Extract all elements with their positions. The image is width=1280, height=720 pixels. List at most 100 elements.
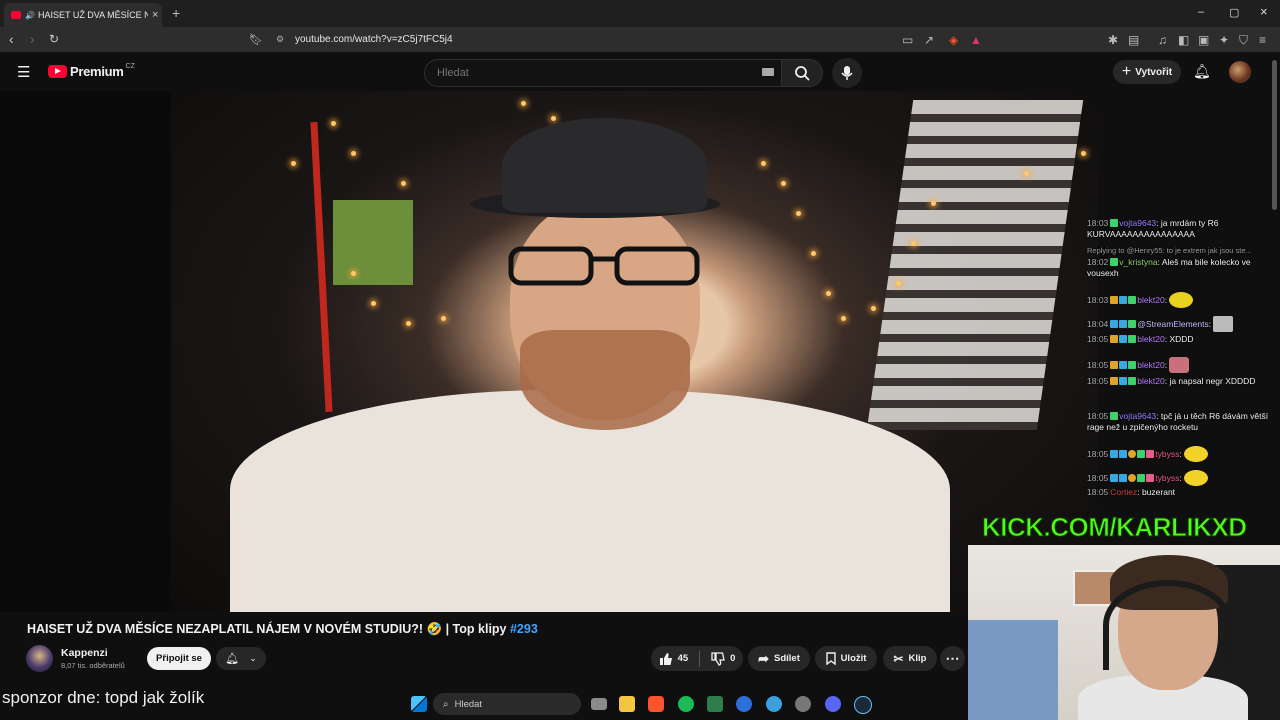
spotify-icon[interactable] bbox=[678, 696, 694, 712]
bot-badge-icon bbox=[1110, 320, 1119, 328]
brave-shield-icon[interactable]: ◈ bbox=[949, 33, 958, 47]
red-light-bar bbox=[310, 122, 333, 412]
vpn-icon[interactable]: ⛉ bbox=[1239, 33, 1248, 48]
join-button[interactable]: Připojit se bbox=[147, 647, 211, 670]
speaker-icon[interactable]: 🔊 bbox=[25, 11, 35, 20]
wallet-icon[interactable]: ▣ bbox=[1198, 33, 1209, 47]
brave-rewards-icon[interactable]: ▲ bbox=[970, 33, 982, 47]
app-icon[interactable] bbox=[707, 696, 723, 712]
headset bbox=[1103, 580, 1233, 670]
thumbs-down-icon bbox=[711, 651, 725, 666]
like-dislike-group: 45 0 bbox=[651, 646, 743, 671]
back-icon[interactable]: ‹ bbox=[9, 31, 14, 47]
new-tab-button[interactable]: + bbox=[172, 5, 180, 21]
crown-badge-icon bbox=[1110, 296, 1119, 304]
search-button[interactable] bbox=[781, 59, 823, 87]
share-page-icon[interactable]: ↗ bbox=[924, 33, 934, 47]
extensions-icon[interactable]: ✱ bbox=[1108, 33, 1118, 47]
youtube-favicon-icon bbox=[11, 11, 21, 19]
chat-reply: Replying to @Henry55: to je extrem jak j… bbox=[1087, 246, 1252, 255]
plus-icon: + bbox=[1121, 63, 1132, 80]
like-button[interactable]: 45 bbox=[659, 652, 688, 666]
sub-badge-icon bbox=[1119, 296, 1128, 304]
browser-tab[interactable]: 🔊 HAISET UŽ DVA MĚSÍCE NEZAPLATIL NÁJEM … bbox=[4, 3, 162, 27]
sidebar-icon[interactable]: ◧ bbox=[1178, 33, 1189, 47]
browser-nav-bar bbox=[0, 27, 1280, 52]
search-box[interactable] bbox=[424, 59, 782, 87]
voice-search-button[interactable] bbox=[832, 58, 862, 88]
youtube-premium-logo[interactable]: Premium CZ bbox=[48, 63, 135, 79]
chat-message: 18:05 vojta9643: tpč já u těch R6 dávám v… bbox=[1087, 411, 1269, 433]
chat-message: 18:05 blekt20: XDDD bbox=[1087, 334, 1194, 344]
site-settings-icon[interactable]: ⚙ bbox=[276, 34, 284, 45]
leo-ai-icon[interactable]: ✦ bbox=[1219, 33, 1229, 47]
browser-tab-bar bbox=[0, 0, 1280, 27]
webcam-overlay bbox=[968, 545, 1280, 720]
file-explorer-icon[interactable] bbox=[619, 696, 635, 712]
hamburger-menu-icon[interactable]: ☰ bbox=[17, 63, 30, 81]
keyboard-icon[interactable] bbox=[762, 68, 774, 76]
white-chair bbox=[866, 100, 1084, 430]
video-title: HAISET UŽ DVA MĚSÍCE NEZAPLATIL NÁJEM V … bbox=[27, 622, 538, 636]
task-view-icon[interactable] bbox=[591, 698, 607, 710]
more-actions-button[interactable]: ⋯ bbox=[940, 646, 965, 671]
brave-browser-icon[interactable] bbox=[648, 696, 664, 712]
thumbs-up-icon bbox=[659, 652, 672, 665]
badge-icon bbox=[1110, 258, 1119, 266]
youtube-play-icon bbox=[48, 65, 67, 78]
menu-icon[interactable]: ≡ bbox=[1259, 33, 1266, 47]
minimize-button[interactable]: – bbox=[1198, 6, 1204, 18]
subscriber-count: 8,07 tis. odběratelů bbox=[61, 661, 125, 670]
edge-icon[interactable] bbox=[736, 696, 752, 712]
emote-icon bbox=[1169, 357, 1190, 373]
app-icon-2[interactable] bbox=[766, 696, 782, 712]
reader-icon[interactable]: ▤ bbox=[1128, 33, 1139, 47]
kick-url-overlay: KICK.COM/KARLIKXD bbox=[982, 512, 1248, 543]
cast-icon[interactable]: ▭ bbox=[902, 33, 913, 47]
badge-icon bbox=[1110, 219, 1119, 227]
reload-icon[interactable]: ↻ bbox=[49, 32, 59, 46]
emote-icon bbox=[1184, 446, 1209, 462]
steam-icon[interactable] bbox=[854, 696, 872, 714]
channel-avatar[interactable] bbox=[26, 645, 53, 672]
chat-message: 18:03 blekt20: bbox=[1087, 292, 1277, 308]
hashtag-link[interactable]: #293 bbox=[510, 622, 538, 636]
video-player[interactable] bbox=[171, 91, 1098, 612]
create-button[interactable]: + Vytvořit bbox=[1113, 60, 1181, 84]
discord-icon[interactable] bbox=[825, 696, 841, 712]
share-button[interactable]: ➦ Sdílet bbox=[748, 646, 810, 671]
clip-button[interactable]: ✂ Klip bbox=[883, 646, 937, 671]
close-tab-icon[interactable]: × bbox=[152, 9, 158, 21]
chat-message: 18:02 v_kristyna: Aleš ma bile kolecko ve… bbox=[1087, 257, 1251, 279]
cap bbox=[502, 118, 707, 213]
green-panel bbox=[333, 200, 413, 285]
close-window-button[interactable]: × bbox=[1260, 4, 1268, 19]
bookmark-icon[interactable]: 🔖︎ bbox=[249, 33, 263, 46]
chat-message: 18:03 vojta9643: ja mrdám ty R6 KURVAAAAA… bbox=[1087, 218, 1219, 240]
person-beard bbox=[520, 330, 690, 430]
stream-chat-overlay: 18:03 vojta9643: ja mrdám ty R6 KURVAAAAA… bbox=[1087, 205, 1277, 505]
search-icon bbox=[795, 66, 810, 81]
notifications-bell-icon[interactable]: 🔔︎ bbox=[1193, 63, 1211, 80]
settings-icon[interactable] bbox=[795, 696, 811, 712]
forward-icon[interactable]: › bbox=[30, 31, 35, 47]
address-bar[interactable]: youtube.com/watch?v=zC5j7tFC5j4 bbox=[295, 34, 453, 45]
search-input[interactable] bbox=[435, 66, 739, 80]
chat-message: 18:04 @StreamElements: bbox=[1087, 316, 1277, 332]
windows-start-icon[interactable] bbox=[411, 696, 427, 712]
subscribe-notifications-button[interactable]: 🔔︎ ⌄ bbox=[216, 647, 266, 670]
taskbar-search[interactable]: ⌕ Hledat bbox=[433, 693, 581, 715]
chat-message: 18:05 Cortiez: buzerant bbox=[1087, 487, 1176, 497]
save-button[interactable]: Uložit bbox=[815, 646, 877, 671]
bell-icon: 🔔︎ bbox=[225, 653, 240, 665]
scissors-icon: ✂ bbox=[893, 651, 904, 666]
music-icon[interactable]: ♫ bbox=[1158, 33, 1167, 47]
page-scrollbar[interactable] bbox=[1272, 60, 1277, 210]
emote-icon bbox=[1169, 292, 1194, 308]
channel-name[interactable]: Kappenzi bbox=[61, 647, 108, 659]
account-avatar[interactable] bbox=[1229, 61, 1251, 83]
chevron-down-icon: ⌄ bbox=[249, 653, 257, 663]
dislike-button[interactable]: 0 bbox=[711, 651, 735, 666]
maximize-button[interactable]: ▢ bbox=[1229, 6, 1239, 19]
emote-icon bbox=[1213, 316, 1234, 332]
